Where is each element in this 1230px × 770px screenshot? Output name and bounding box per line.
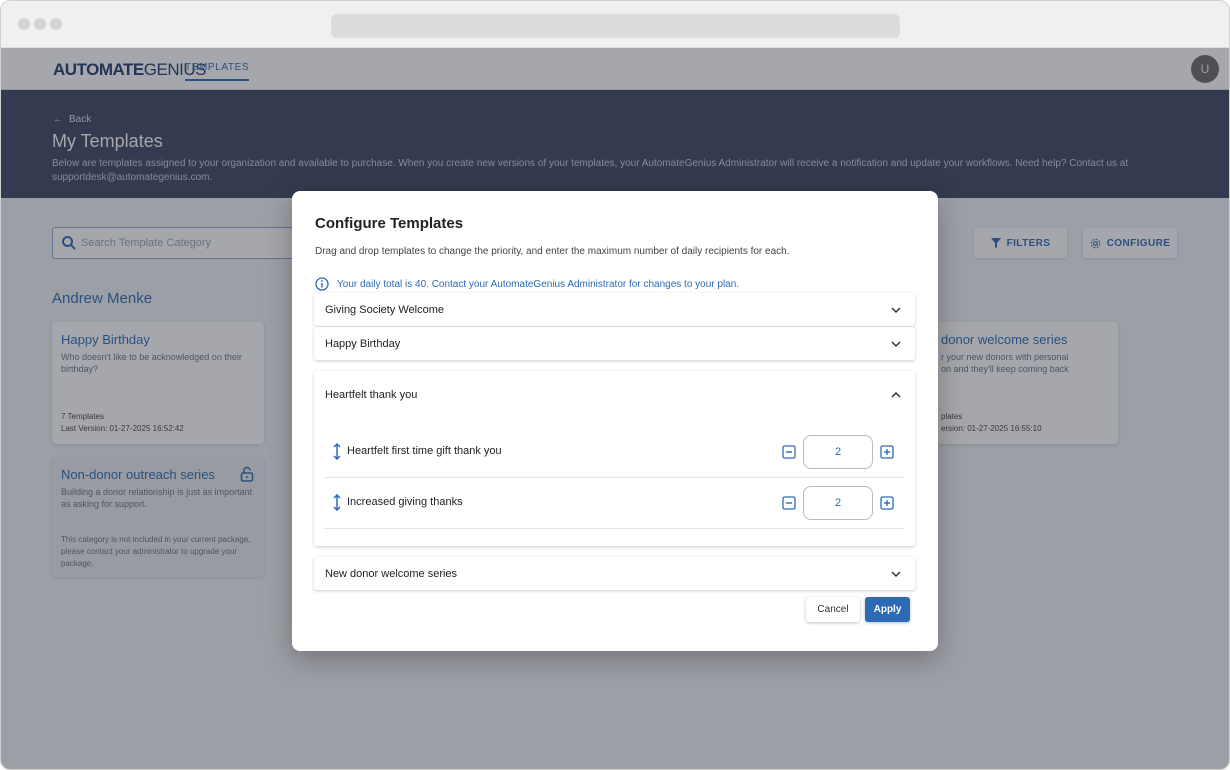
accordion-heartfelt-thank-you[interactable]: Heartfelt thank you Heartfelt first time… — [314, 371, 915, 546]
chevron-up-icon — [891, 391, 901, 398]
cancel-button[interactable]: Cancel — [806, 597, 860, 622]
dialog-subtitle: Drag and drop templates to change the pr… — [315, 246, 790, 257]
browser-window: AUTOMATEGENIUS TEMPLATES U ← Back My Temp… — [0, 0, 1230, 770]
template-row[interactable]: Increased giving thanks 2 — [324, 478, 904, 529]
template-name: Heartfelt first time gift thank you — [347, 445, 502, 457]
accordion-giving-society-welcome[interactable]: Giving Society Welcome — [314, 293, 915, 326]
accordion-label: Happy Birthday — [325, 338, 401, 350]
chevron-down-icon — [891, 571, 901, 578]
template-name: Increased giving thanks — [347, 496, 463, 508]
quantity-input[interactable]: 2 — [803, 435, 873, 469]
template-row[interactable]: Heartfelt first time gift thank you 2 — [324, 427, 904, 478]
apply-button[interactable]: Apply — [865, 597, 910, 622]
drag-handle-icon[interactable] — [333, 494, 341, 511]
window-maximize-dot[interactable] — [50, 18, 62, 30]
modal-backdrop-header[interactable] — [1, 48, 1229, 90]
quantity-input[interactable]: 2 — [803, 486, 873, 520]
dialog-title: Configure Templates — [315, 215, 464, 232]
decrement-icon[interactable] — [782, 445, 796, 459]
window-minimize-dot[interactable] — [34, 18, 46, 30]
daily-total-info: Your daily total is 40. Contact your Aut… — [315, 277, 739, 291]
browser-chrome — [1, 1, 1229, 48]
increment-icon[interactable] — [880, 496, 894, 510]
configure-templates-dialog: Configure Templates Drag and drop templa… — [292, 191, 938, 651]
accordion-label: Heartfelt thank you — [325, 389, 418, 401]
accordion-label: New donor welcome series — [325, 568, 458, 580]
accordion-label: Giving Society Welcome — [325, 304, 445, 316]
address-bar[interactable] — [331, 14, 900, 38]
info-icon — [315, 277, 329, 291]
chevron-down-icon — [891, 341, 901, 348]
decrement-icon[interactable] — [782, 496, 796, 510]
drag-handle-icon[interactable] — [333, 443, 341, 460]
chevron-down-icon — [891, 307, 901, 314]
window-close-dot[interactable] — [18, 18, 30, 30]
increment-icon[interactable] — [880, 445, 894, 459]
accordion-happy-birthday[interactable]: Happy Birthday — [314, 327, 915, 360]
accordion-new-donor-welcome-series[interactable]: New donor welcome series — [314, 557, 915, 590]
